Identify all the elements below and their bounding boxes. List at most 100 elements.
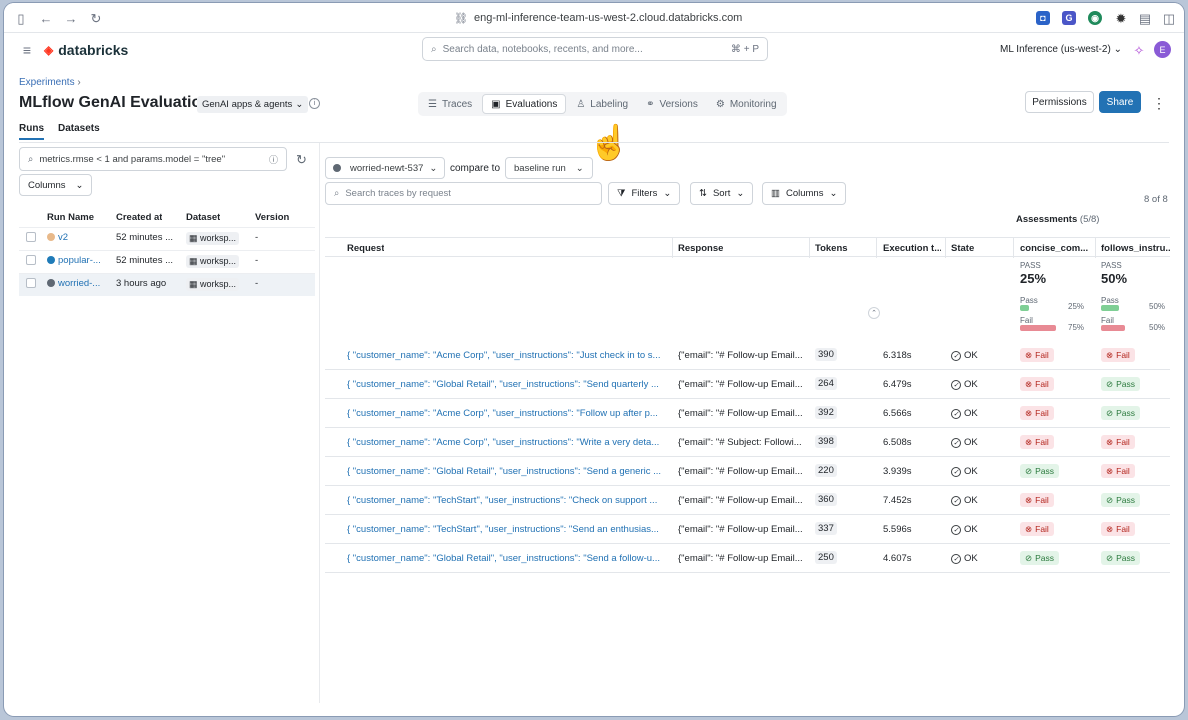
request-cell[interactable]: { "customer_name": "TechStart", "user_in… <box>347 524 667 535</box>
table-row[interactable]: { "customer_name": "Acme Corp", "user_in… <box>325 399 1170 428</box>
tab-labeling[interactable]: ♙ Labeling <box>568 94 636 114</box>
experiment-type-dropdown[interactable]: GenAI apps & agents ⌄ <box>197 96 309 113</box>
assessment-badge[interactable]: ⊗ Fail <box>1101 522 1135 536</box>
tab-runs[interactable]: Runs <box>19 123 44 140</box>
assessment-badge[interactable]: ⊗ Fail <box>1020 435 1054 449</box>
traces-search-input[interactable]: ⌕ Search traces by request <box>325 182 602 205</box>
share-button[interactable]: Share <box>1099 91 1141 113</box>
info-icon[interactable]: i <box>309 98 320 109</box>
request-cell[interactable]: { "customer_name": "Global Retail", "use… <box>347 553 667 564</box>
runs-search-input[interactable]: ⌕ metrics.rmse < 1 and params.model = "t… <box>19 147 287 171</box>
forward-icon[interactable]: → <box>64 11 78 25</box>
sort-button[interactable]: ⇅ Sort ⌄ <box>690 182 754 205</box>
col-state[interactable]: State <box>951 243 974 254</box>
col-run-name[interactable]: Run Name <box>47 212 94 223</box>
assistant-sparkle-icon[interactable]: ✧ <box>1132 43 1146 57</box>
col-concise[interactable]: concise_com... <box>1020 243 1090 254</box>
menu-icon[interactable]: ≡ <box>20 43 34 57</box>
refresh-icon[interactable]: ↻ <box>296 152 307 168</box>
avatar[interactable]: E <box>1154 41 1171 58</box>
extension-gear-icon[interactable]: ✹ <box>1114 11 1128 25</box>
reload-icon[interactable]: ↻ <box>89 11 103 25</box>
table-row[interactable]: { "customer_name": "Global Retail", "use… <box>325 370 1170 399</box>
run-name[interactable]: worried-... <box>47 278 109 289</box>
col-resize-handle[interactable] <box>1095 238 1096 258</box>
run-row-selected[interactable]: worried-... 3 hours ago ▦ worksp... - <box>19 273 315 296</box>
permissions-button[interactable]: Permissions <box>1025 91 1094 113</box>
assessment-badge[interactable]: ⊗ Fail <box>1020 406 1054 420</box>
breadcrumb-experiments[interactable]: Experiments <box>19 77 75 88</box>
extension-bitwarden-icon[interactable]: ◘ <box>1036 11 1050 25</box>
col-resize-handle[interactable] <box>1013 238 1014 258</box>
table-row[interactable]: { "customer_name": "Acme Corp", "user_in… <box>325 341 1170 370</box>
brand-logo[interactable]: ◈ databricks <box>44 42 128 58</box>
col-response[interactable]: Response <box>678 243 723 254</box>
address-bar[interactable]: ⛓ eng-ml-inference-team-us-west-2.cloud.… <box>454 10 742 26</box>
col-tokens[interactable]: Tokens <box>815 243 848 254</box>
assessment-badge[interactable]: ⊗ Fail <box>1020 377 1054 391</box>
assessment-badge[interactable]: ⊘ Pass <box>1020 464 1060 478</box>
back-icon[interactable]: ← <box>39 11 53 25</box>
filters-button[interactable]: ⧩ Filters ⌄ <box>608 182 681 205</box>
assessment-badge[interactable]: ⊘ Pass <box>1101 377 1141 391</box>
workspace-selector[interactable]: ML Inference (us-west-2) ⌄ <box>1000 44 1122 55</box>
panel-divider[interactable] <box>319 143 320 703</box>
run-dataset[interactable]: ▦ worksp... <box>186 232 240 245</box>
table-row[interactable]: { "customer_name": "Acme Corp", "user_in… <box>325 428 1170 457</box>
request-cell[interactable]: { "customer_name": "TechStart", "user_in… <box>347 495 667 506</box>
run-name[interactable]: popular-... <box>47 255 109 266</box>
runs-columns-dropdown[interactable]: Columns ⌄ <box>19 174 93 196</box>
col-request[interactable]: Request <box>347 243 384 254</box>
col-resize-handle[interactable] <box>876 238 877 258</box>
col-created-at[interactable]: Created at <box>116 212 162 223</box>
sidebar-toggle-icon[interactable]: ▯ <box>14 11 28 25</box>
tab-monitoring[interactable]: ⚙ Monitoring <box>708 94 785 114</box>
row-checkbox[interactable] <box>26 255 36 265</box>
col-dataset[interactable]: Dataset <box>186 212 220 223</box>
assessment-badge[interactable]: ⊘ Pass <box>1020 551 1060 565</box>
row-checkbox[interactable] <box>26 232 36 242</box>
run-dataset[interactable]: ▦ worksp... <box>186 255 240 268</box>
col-resize-handle[interactable] <box>672 238 673 258</box>
request-cell[interactable]: { "customer_name": "Global Retail", "use… <box>347 466 667 477</box>
assessment-badge[interactable]: ⊗ Fail <box>1101 464 1135 478</box>
split-view-icon[interactable]: ◫ <box>1162 11 1176 25</box>
request-cell[interactable]: { "customer_name": "Acme Corp", "user_in… <box>347 350 667 361</box>
run-row[interactable]: v2 52 minutes ... ▦ worksp... - <box>19 227 315 250</box>
request-cell[interactable]: { "customer_name": "Global Retail", "use… <box>347 379 667 390</box>
run-name[interactable]: v2 <box>47 232 109 243</box>
col-execution-time[interactable]: Execution t... <box>883 243 941 254</box>
table-row[interactable]: { "customer_name": "Global Retail", "use… <box>325 544 1170 573</box>
baseline-run-dropdown[interactable]: baseline run ⌄ <box>505 157 593 179</box>
run-dataset[interactable]: ▦ worksp... <box>186 278 240 291</box>
extension-chat-icon[interactable]: ◉ <box>1088 11 1102 25</box>
breadcrumb[interactable]: Experiments › <box>19 77 81 88</box>
assessment-badge[interactable]: ⊗ Fail <box>1020 522 1054 536</box>
assessment-badge[interactable]: ⊗ Fail <box>1020 348 1054 362</box>
columns-button[interactable]: ▥ Columns ⌄ <box>762 182 847 205</box>
tab-versions[interactable]: ⚭ Versions <box>638 94 706 114</box>
run-row[interactable]: popular-... 52 minutes ... ▦ worksp... - <box>19 250 315 273</box>
assessment-badge[interactable]: ⊗ Fail <box>1101 348 1135 362</box>
global-search-input[interactable]: ⌕ Search data, notebooks, recents, and m… <box>422 37 768 61</box>
assessment-badge[interactable]: ⊘ Pass <box>1101 406 1141 420</box>
tab-traces[interactable]: ☰ Traces <box>420 94 480 114</box>
col-resize-handle[interactable] <box>945 238 946 258</box>
assessment-badge[interactable]: ⊗ Fail <box>1101 435 1135 449</box>
request-cell[interactable]: { "customer_name": "Acme Corp", "user_in… <box>347 408 667 419</box>
assessment-badge[interactable]: ⊗ Fail <box>1020 493 1054 507</box>
tab-evaluations[interactable]: ▣ Evaluations <box>482 94 567 114</box>
tab-datasets[interactable]: Datasets <box>58 123 100 140</box>
col-version[interactable]: Version <box>255 212 289 223</box>
request-cell[interactable]: { "customer_name": "Acme Corp", "user_in… <box>347 437 667 448</box>
col-follows-instructions[interactable]: follows_instru... <box>1101 243 1170 254</box>
reader-icon[interactable]: ▤ <box>1138 11 1152 25</box>
collapse-summary-icon[interactable]: ⌃ <box>868 307 880 319</box>
assessment-badge[interactable]: ⊘ Pass <box>1101 551 1141 565</box>
table-row[interactable]: { "customer_name": "TechStart", "user_in… <box>325 515 1170 544</box>
extension-g-icon[interactable]: G <box>1062 11 1076 25</box>
col-resize-handle[interactable] <box>809 238 810 258</box>
run-selector-dropdown[interactable]: worried-newt-537 ⌄ <box>325 157 446 179</box>
row-checkbox[interactable] <box>26 278 36 288</box>
assessment-badge[interactable]: ⊘ Pass <box>1101 493 1141 507</box>
